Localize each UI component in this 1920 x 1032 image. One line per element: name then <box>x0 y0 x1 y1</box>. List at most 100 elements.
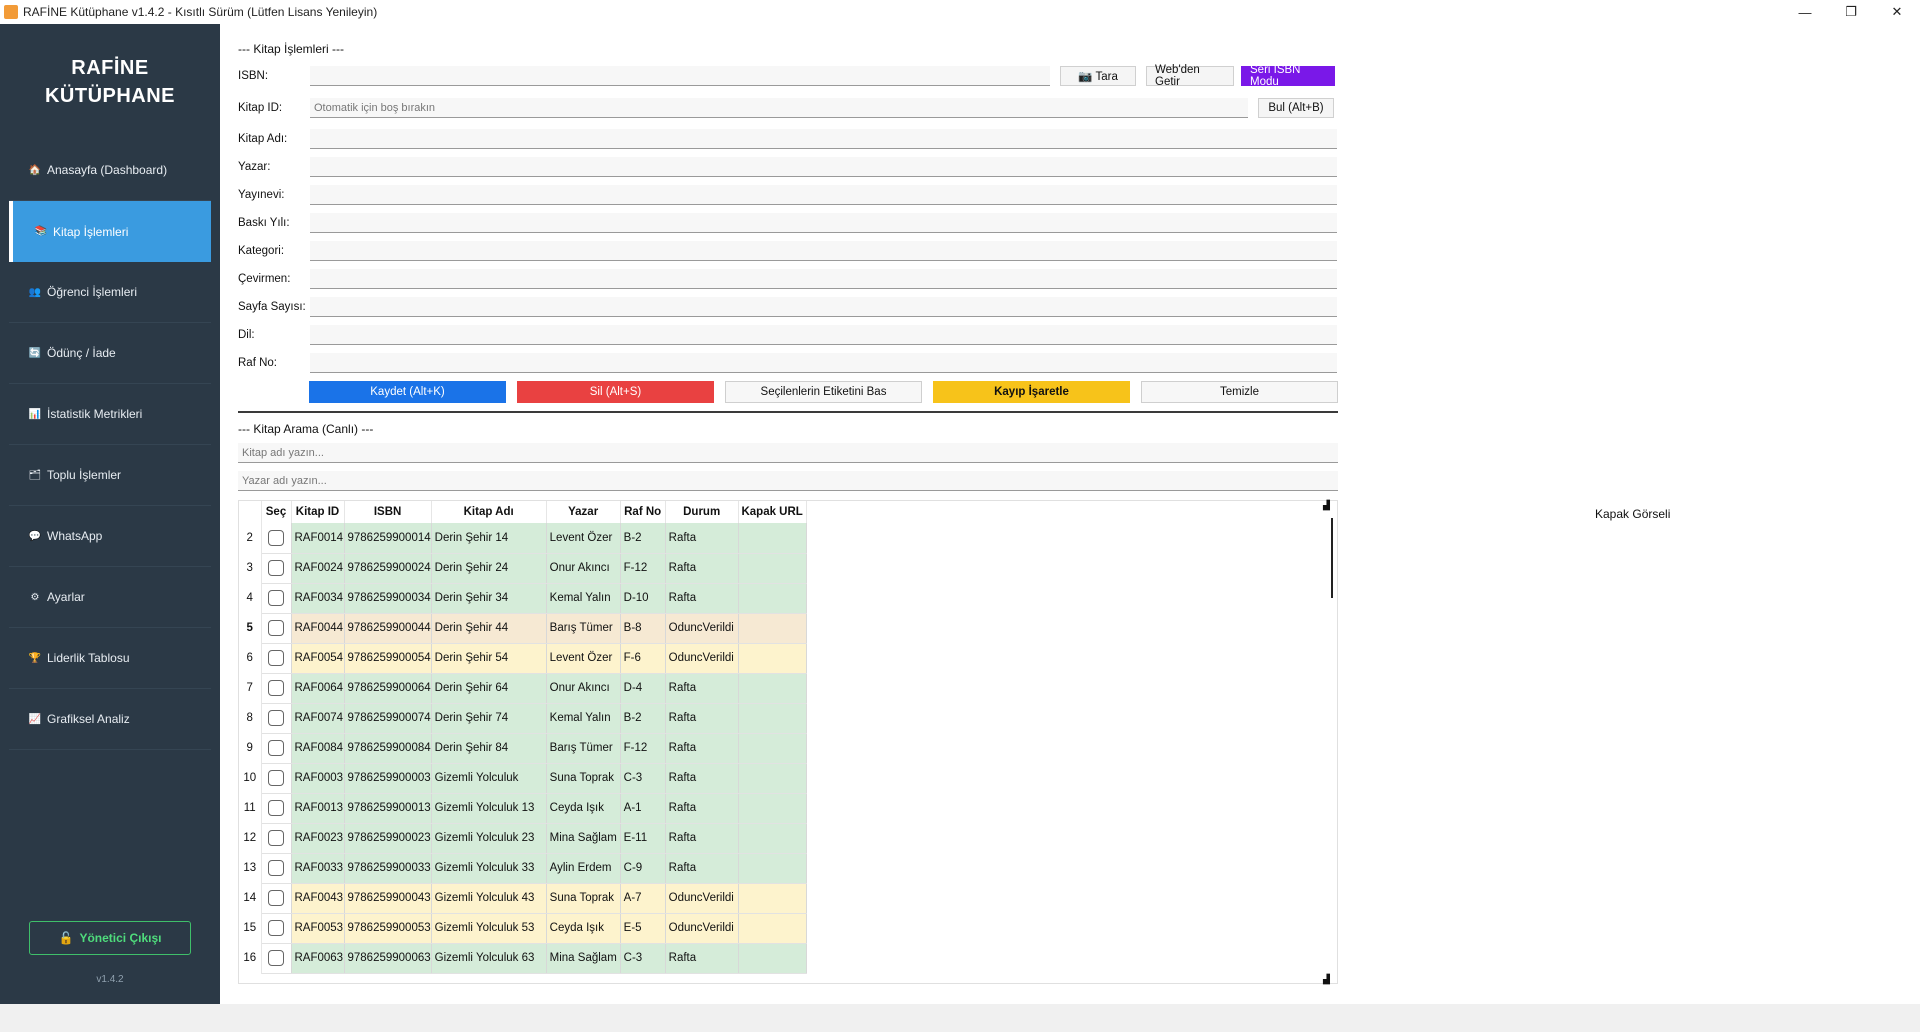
sidebar-item-whatsapp[interactable]: 💬 WhatsApp <box>9 506 211 567</box>
isbn-input[interactable] <box>310 66 1050 86</box>
col-header-id[interactable]: Kitap ID <box>291 501 345 523</box>
row-checkbox[interactable] <box>268 620 284 636</box>
row-index: 4 <box>239 583 262 613</box>
col-header-cover[interactable]: Kapak URL <box>738 501 807 523</box>
sidebar-item-students[interactable]: 👥 Öğrenci İşlemleri <box>9 262 211 323</box>
row-checkbox[interactable] <box>268 800 284 816</box>
author-search-input[interactable] <box>238 471 1338 491</box>
table-row[interactable]: 2 RAF0014 9786259900014 Derin Şehir 14 Leven… <box>239 523 807 554</box>
shelf-cell: D-10 <box>620 583 666 614</box>
row-checkbox[interactable] <box>268 860 284 876</box>
col-header-select[interactable]: Seç <box>261 501 292 523</box>
sidebar-item-analysis[interactable]: 📈 Grafiksel Analiz <box>9 689 211 750</box>
select-cell <box>261 613 292 644</box>
table-row[interactable]: 12 RAF0023 9786259900023 Gizemli Yolculuk 2… <box>239 823 807 854</box>
row-checkbox[interactable] <box>268 590 284 606</box>
author-cell: Ceyda Işık <box>546 793 621 824</box>
table-header-row: Seç Kitap ID ISBN Kitap Adı Yazar Raf No… <box>239 501 807 523</box>
cover-url-cell <box>738 853 807 884</box>
row-checkbox[interactable] <box>268 920 284 936</box>
sidebar-item-statistics[interactable]: 📊 İstatistik Metrikleri <box>9 384 211 445</box>
title-cell: Gizemli Yolculuk 43 <box>431 883 547 914</box>
year-input[interactable] <box>310 213 1337 233</box>
delete-button[interactable]: Sil (Alt+S) <box>517 381 714 403</box>
row-checkbox[interactable] <box>268 770 284 786</box>
maximize-icon[interactable]: ❐ <box>1828 0 1874 24</box>
find-button[interactable]: Bul (Alt+B) <box>1258 98 1334 118</box>
minimize-icon[interactable]: — <box>1782 0 1828 24</box>
language-input[interactable] <box>310 325 1337 345</box>
table-row[interactable]: 6 RAF0054 9786259900054 Derin Şehir 54 Leven… <box>239 643 807 674</box>
title-cell: Gizemli Yolculuk 63 <box>431 943 547 974</box>
col-header-title[interactable]: Kitap Adı <box>431 501 547 523</box>
row-checkbox[interactable] <box>268 650 284 666</box>
sidebar-item-label: Ayarlar <box>47 590 85 604</box>
row-checkbox[interactable] <box>268 740 284 756</box>
field-row-shelf: Raf No: <box>238 352 1337 374</box>
row-checkbox[interactable] <box>268 560 284 576</box>
col-header-status[interactable]: Durum <box>665 501 739 523</box>
sidebar-nav: 🏠 Anasayfa (Dashboard) 📚 Kitap İşlemleri… <box>9 140 211 750</box>
table-row[interactable]: 11 RAF0013 9786259900013 Gizemli Yolculuk 1… <box>239 793 807 824</box>
sidebar-item-batch[interactable]: 🗂 Toplu İşlemler <box>9 445 211 506</box>
mark-lost-button[interactable]: Kayıp İşaretle <box>933 381 1130 403</box>
pages-input[interactable] <box>310 297 1337 317</box>
author-input[interactable] <box>310 157 1337 177</box>
table-row[interactable]: 13 RAF0033 9786259900033 Gizemli Yolculuk 3… <box>239 853 807 884</box>
row-checkbox[interactable] <box>268 710 284 726</box>
logout-button[interactable]: 🔓 Yönetici Çıkışı <box>29 921 191 955</box>
chart-icon: 📈 <box>28 713 42 725</box>
isbn-cell: 9786259900084 <box>344 733 432 764</box>
table-row[interactable]: 8 RAF0074 9786259900074 Derin Şehir 74 Kemal… <box>239 703 807 734</box>
col-header-author[interactable]: Yazar <box>546 501 621 523</box>
web-fetch-button[interactable]: Web'den Getir <box>1146 64 1234 88</box>
isbn-row: ISBN: 📷 Tara Web'den Getir Seri ISBN Mod… <box>238 64 1335 88</box>
serial-isbn-button[interactable]: Seri ISBN Modu <box>1241 64 1335 88</box>
table-row[interactable]: 10 RAF0003 9786259900003 Gizemli Yolculuk Su… <box>239 763 807 794</box>
sidebar-item-loans[interactable]: 🔄 Ödünç / İade <box>9 323 211 384</box>
select-cell <box>261 913 292 944</box>
save-button[interactable]: Kaydet (Alt+K) <box>309 381 506 403</box>
table-row[interactable]: 15 RAF0053 9786259900053 Gizemli Yolculuk 5… <box>239 913 807 944</box>
shelf-cell: B-8 <box>620 613 666 644</box>
table-row[interactable]: 7 RAF0064 9786259900064 Derin Şehir 64 Onur … <box>239 673 807 704</box>
table-row[interactable]: 5 RAF0044 9786259900044 Derin Şehir 44 Barış… <box>239 613 807 644</box>
sidebar-item-books[interactable]: 📚 Kitap İşlemleri <box>9 201 211 262</box>
table-row[interactable]: 14 RAF0043 9786259900043 Gizemli Yolculuk 4… <box>239 883 807 914</box>
author-cell: Suna Toprak <box>546 763 621 794</box>
cover-url-cell <box>738 883 807 914</box>
table-row[interactable]: 3 RAF0024 9786259900024 Derin Şehir 24 Onur … <box>239 553 807 584</box>
row-checkbox[interactable] <box>268 529 284 546</box>
cover-url-cell <box>738 613 807 644</box>
main-content: --- Kitap İşlemleri --- ISBN: 📷 Tara Web… <box>220 24 1920 1004</box>
publisher-input[interactable] <box>310 185 1337 205</box>
col-header-isbn[interactable]: ISBN <box>344 501 432 523</box>
scan-button[interactable]: 📷 Tara <box>1060 66 1136 86</box>
sidebar-item-label: Grafiksel Analiz <box>47 712 130 726</box>
book-id-input[interactable] <box>310 98 1248 118</box>
table-scrollbar[interactable] <box>1325 518 1333 598</box>
title-input[interactable] <box>310 129 1337 149</box>
table-row[interactable]: 16 RAF0063 9786259900063 Gizemli Yolculuk 6… <box>239 943 807 974</box>
category-input[interactable] <box>310 241 1337 261</box>
table-row[interactable]: 9 RAF0084 9786259900084 Derin Şehir 84 Barış… <box>239 733 807 764</box>
row-checkbox[interactable] <box>268 680 284 696</box>
clear-button[interactable]: Temizle <box>1141 381 1338 403</box>
row-checkbox[interactable] <box>268 950 284 966</box>
sidebar-item-settings[interactable]: ⚙ Ayarlar <box>9 567 211 628</box>
shelf-cell: B-2 <box>620 703 666 734</box>
sidebar-item-leaderboard[interactable]: 🏆 Liderlik Tablosu <box>9 628 211 689</box>
col-header-shelf[interactable]: Raf No <box>620 501 666 523</box>
cover-image-label: Kapak Görseli <box>1595 507 1671 521</box>
row-checkbox[interactable] <box>268 890 284 906</box>
isbn-cell: 9786259900024 <box>344 553 432 584</box>
print-labels-button[interactable]: Seçilenlerin Etiketini Bas <box>725 381 922 403</box>
shelf-input[interactable] <box>310 353 1337 373</box>
close-icon[interactable]: ✕ <box>1874 0 1920 24</box>
author-cell: Ceyda Işık <box>546 913 621 944</box>
translator-input[interactable] <box>310 269 1337 289</box>
sidebar-item-dashboard[interactable]: 🏠 Anasayfa (Dashboard) <box>9 140 211 201</box>
title-search-input[interactable] <box>238 443 1338 463</box>
row-checkbox[interactable] <box>268 830 284 846</box>
table-row[interactable]: 4 RAF0034 9786259900034 Derin Şehir 34 Kemal… <box>239 583 807 614</box>
